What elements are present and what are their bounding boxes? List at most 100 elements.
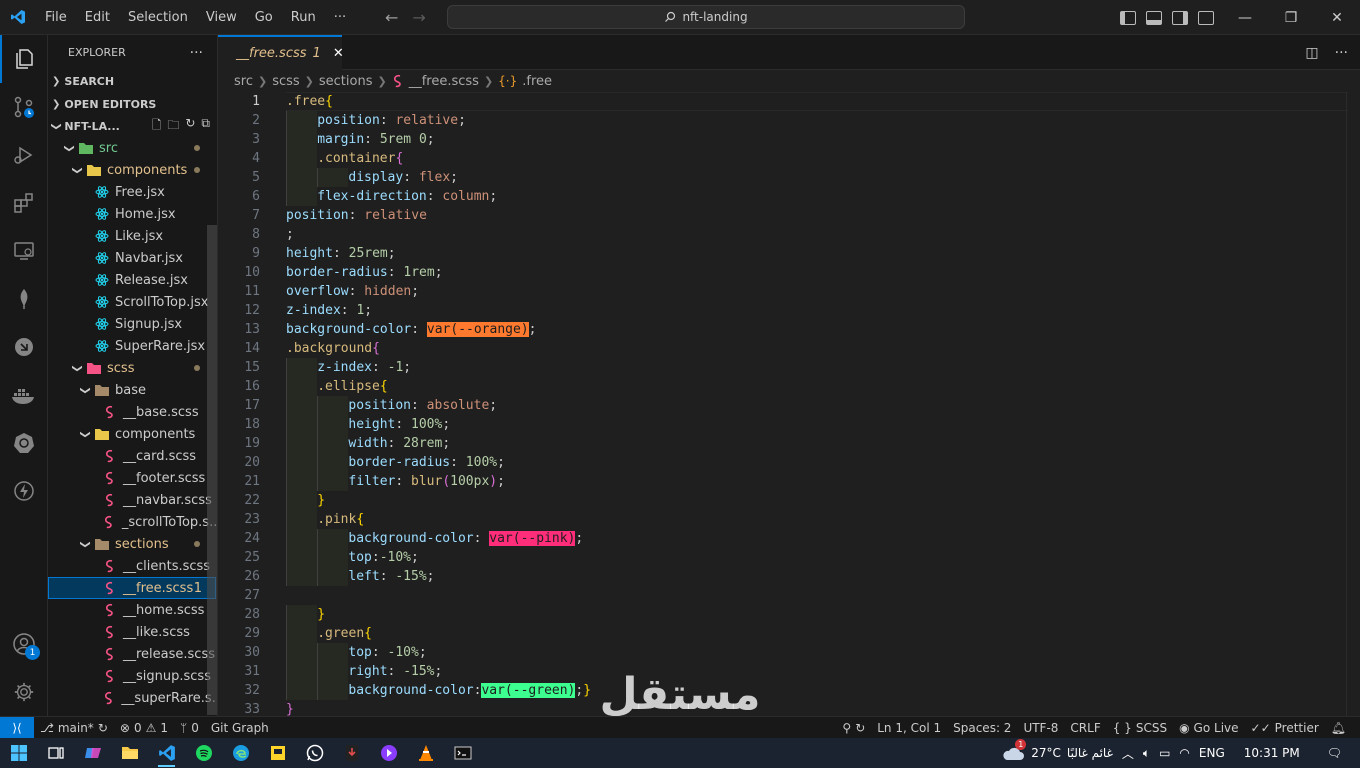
tree-file[interactable]: __card.scss [48, 445, 216, 467]
task-view-icon[interactable] [37, 738, 74, 768]
tree-folder[interactable]: ❯ scss [48, 357, 216, 379]
go-live-button[interactable]: ◉ Go Live [1173, 721, 1244, 735]
code-editor[interactable]: 1 .free{2 position: relative; 3 margin: 5rem… [218, 92, 1360, 716]
language-mode[interactable]: { } SCSS [1107, 721, 1173, 735]
run-debug-icon[interactable] [0, 131, 48, 179]
tab-close-icon[interactable]: ✕ [333, 46, 344, 61]
remote-indicator-icon[interactable]: ⟩⟨ [0, 716, 34, 739]
code-line[interactable]: 22} [218, 491, 1348, 510]
code-line[interactable]: 12 z-index: 1; [218, 301, 1348, 320]
explorer-icon[interactable] [0, 35, 48, 83]
tree-file[interactable]: __home.scss [48, 599, 216, 621]
split-editor-icon[interactable]: ◫ [1305, 45, 1318, 61]
encoding[interactable]: UTF-8 [1017, 721, 1064, 735]
code-line[interactable]: 17 position: absolute; [218, 396, 1348, 415]
code-line[interactable]: 24 background-color: var(--pink); [218, 529, 1348, 548]
notifications-bell-icon[interactable]: 🔔︎ [1325, 721, 1360, 735]
code-line[interactable]: 29 .green{ [218, 624, 1348, 643]
tree-file[interactable]: __signup.scss [48, 665, 216, 687]
git-graph-status[interactable]: Git Graph [205, 721, 275, 735]
terminal-icon[interactable] [444, 738, 481, 768]
menu-file[interactable]: File [36, 0, 76, 35]
code-line[interactable]: 33} [218, 700, 1348, 716]
menu-go[interactable]: Go [246, 0, 282, 35]
tree-file[interactable]: Release.jsx [48, 269, 216, 291]
menu-more[interactable]: ··· [325, 0, 355, 35]
remote-explorer-icon[interactable] [0, 227, 48, 275]
problems-status[interactable]: ⊗ 0 ⚠ 1 [114, 721, 174, 735]
refresh-icon[interactable]: ↻ [185, 116, 195, 137]
tree-file[interactable]: SuperRare.jsx [48, 335, 216, 357]
code-line[interactable]: 4 .container{ [218, 149, 1348, 168]
source-control-icon[interactable] [0, 83, 48, 131]
code-line[interactable]: 32 background-color:var(--green);} [218, 681, 1348, 700]
menu-run[interactable]: Run [282, 0, 325, 35]
menu-view[interactable]: View [197, 0, 246, 35]
tree-file[interactable]: _scrollToTop.s... [48, 511, 216, 533]
new-file-icon[interactable]: 🗋 [152, 116, 162, 137]
code-line[interactable]: 28} [218, 605, 1348, 624]
extensions-icon[interactable] [0, 179, 48, 227]
toggle-panel-icon[interactable] [1146, 10, 1162, 25]
code-line[interactable]: 18 height: 100%; [218, 415, 1348, 434]
tree-file[interactable]: __like.scss [48, 621, 216, 643]
tree-file[interactable]: ScrollToTop.jsx [48, 291, 216, 313]
tree-file[interactable]: __free.scss 1 [48, 577, 216, 599]
editor-more-icon[interactable]: ··· [1335, 45, 1348, 61]
tree-file[interactable]: Home.jsx [48, 203, 216, 225]
docker-icon[interactable] [0, 371, 48, 419]
thunder-client-icon[interactable] [0, 467, 48, 515]
minimize-icon[interactable]: — [1222, 0, 1268, 35]
sync-icon[interactable]: ↻ [98, 721, 108, 735]
tree-folder[interactable]: ❯ src [48, 137, 216, 159]
code-line[interactable]: 20 border-radius: 100%; [218, 453, 1348, 472]
tree-file[interactable]: Signup.jsx [48, 313, 216, 335]
code-line[interactable]: 13 background-color: var(--orange); [218, 320, 1348, 339]
input-language[interactable]: ENG [1199, 746, 1225, 760]
tab-free-scss[interactable]: __free.scss 1 ✕ [218, 35, 344, 70]
tree-folder[interactable]: ❯ components [48, 423, 216, 445]
code-line[interactable]: 21 filter: blur(100px); [218, 472, 1348, 491]
code-line[interactable]: 6 flex-direction: column; [218, 187, 1348, 206]
media-app-icon[interactable] [370, 738, 407, 768]
tree-folder[interactable]: ❯ components [48, 159, 216, 181]
code-line[interactable]: 15 z-index: -1; [218, 358, 1348, 377]
accounts-icon[interactable]: 1 [0, 620, 48, 668]
project-section-header[interactable]: ❯ NFT-LA... 🗋 🗀 ↻ ⧉ [48, 115, 216, 137]
search-section-header[interactable]: ❯ SEARCH [48, 70, 216, 92]
kubernetes-icon[interactable] [0, 419, 48, 467]
menu-edit[interactable]: Edit [76, 0, 119, 35]
weather-widget[interactable]: 1 27°C غائم غالبًا [1001, 739, 1113, 761]
volume-icon[interactable]: 🔈︎ [1143, 746, 1150, 761]
ports-status[interactable]: ᛘ 0 [174, 721, 205, 735]
copilot-icon[interactable] [74, 738, 111, 768]
tree-file[interactable]: Free.jsx [48, 181, 216, 203]
tree-file[interactable]: __navbar.scss [48, 489, 216, 511]
windows-start-icon[interactable] [0, 738, 37, 768]
breadcrumb-sections[interactable]: sections [319, 74, 373, 89]
collapse-all-icon[interactable]: ⧉ [201, 116, 210, 137]
tree-file[interactable]: Navbar.jsx [48, 247, 216, 269]
vlc-icon[interactable] [407, 738, 444, 768]
code-line[interactable]: 27 [218, 586, 1348, 605]
code-line[interactable]: 19 width: 28rem; [218, 434, 1348, 453]
battery-icon[interactable]: ▭ [1159, 746, 1170, 760]
breadcrumb-src[interactable]: src [234, 74, 253, 89]
toggle-secondary-sidebar-icon[interactable] [1172, 10, 1188, 25]
explorer-more-button[interactable]: ··· [190, 45, 203, 61]
code-line[interactable]: 1 .free{ [218, 92, 1348, 111]
menu-selection[interactable]: Selection [119, 0, 197, 35]
editor-scrollbar[interactable] [1346, 92, 1360, 716]
code-line[interactable]: 3 margin: 5rem 0; [218, 130, 1348, 149]
command-center-search[interactable]: nft-landing [447, 5, 965, 29]
edge-icon[interactable] [222, 738, 259, 768]
back-arrow-icon[interactable]: ← [385, 8, 398, 27]
tree-folder[interactable]: ❯ sections [48, 533, 216, 555]
breadcrumb-symbol[interactable]: .free [522, 74, 552, 89]
code-line[interactable]: 2 position: relative; [218, 111, 1348, 130]
live-share-status[interactable]: ⚲ ↻ [836, 721, 871, 735]
download-app-icon[interactable] [333, 738, 370, 768]
file-explorer-icon[interactable] [111, 738, 148, 768]
settings-gear-icon[interactable] [0, 668, 48, 716]
sidebar-scrollbar[interactable] [207, 225, 217, 715]
